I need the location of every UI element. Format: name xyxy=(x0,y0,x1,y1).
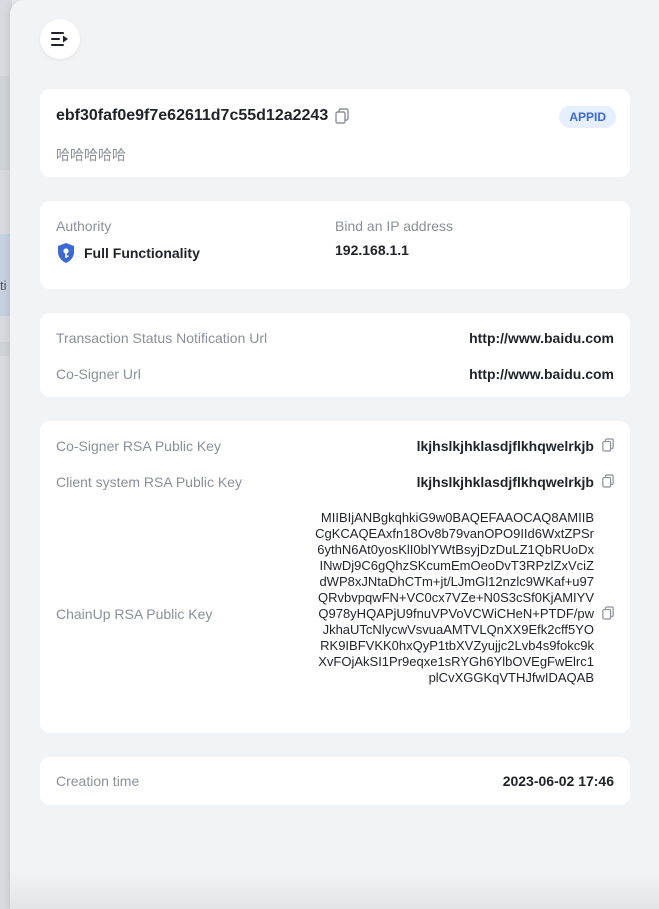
client-rsa-key-label: Client system RSA Public Key xyxy=(56,474,242,490)
rsa-keys-card: Co-Signer RSA Public Key lkjhslkjhklasdj… xyxy=(40,421,630,733)
cosigner-url-label: Co-Signer Url xyxy=(56,366,141,382)
copy-cosigner-key-icon[interactable] xyxy=(602,438,614,457)
chainup-rsa-key-label: ChainUp RSA Public Key xyxy=(56,606,213,622)
shield-key-icon xyxy=(58,243,74,263)
url-card: Transaction Status Notification Url http… xyxy=(40,313,630,397)
creation-time-value: 2023-06-02 17:46 xyxy=(502,773,614,789)
bottom-fade xyxy=(10,871,659,909)
cosigner-rsa-key-value: lkjhslkjhklasdjflkhqwelrkjb xyxy=(416,438,594,454)
menu-collapse-icon xyxy=(51,32,68,46)
detail-drawer: ebf30faf0e9f7e62611d7c55d12a2243 APPID 哈… xyxy=(10,0,659,909)
bind-ip-value: 192.168.1.1 xyxy=(335,242,409,258)
bind-ip-label: Bind an IP address xyxy=(335,218,454,234)
background-peek-text: ti xyxy=(0,278,7,293)
collapse-drawer-button[interactable] xyxy=(40,19,80,59)
appid-badge: APPID xyxy=(559,106,616,128)
notification-url-value: http://www.baidu.com xyxy=(469,330,614,346)
authority-value: Full Functionality xyxy=(84,245,200,261)
client-rsa-key-value: lkjhslkjhklasdjflkhqwelrkjb xyxy=(416,474,594,490)
copy-client-key-icon[interactable] xyxy=(602,474,614,493)
app-id-value: ebf30faf0e9f7e62611d7c55d12a2243 xyxy=(56,107,329,124)
creation-time-label: Creation time xyxy=(56,773,140,789)
authority-label: Authority xyxy=(56,218,112,234)
authority-value-row: Full Functionality xyxy=(56,242,200,264)
copy-app-id-icon[interactable] xyxy=(335,108,349,129)
app-name: 哈哈哈哈哈 xyxy=(56,147,126,163)
copy-chainup-key-icon[interactable] xyxy=(602,606,614,625)
authority-card: Authority Full Functionality Bind an IP … xyxy=(40,201,630,289)
notification-url-label: Transaction Status Notification Url xyxy=(56,330,268,346)
cosigner-url-value: http://www.baidu.com xyxy=(469,366,614,382)
cosigner-rsa-key-label: Co-Signer RSA Public Key xyxy=(56,438,221,454)
app-id-card: ebf30faf0e9f7e62611d7c55d12a2243 APPID 哈… xyxy=(40,89,630,177)
creation-time-card: Creation time 2023-06-02 17:46 xyxy=(40,757,630,805)
chainup-rsa-key-value: MIIBIjANBgkqhkiG9w0BAQEFAAOCAQ8AMIIBCgKC… xyxy=(315,510,594,685)
